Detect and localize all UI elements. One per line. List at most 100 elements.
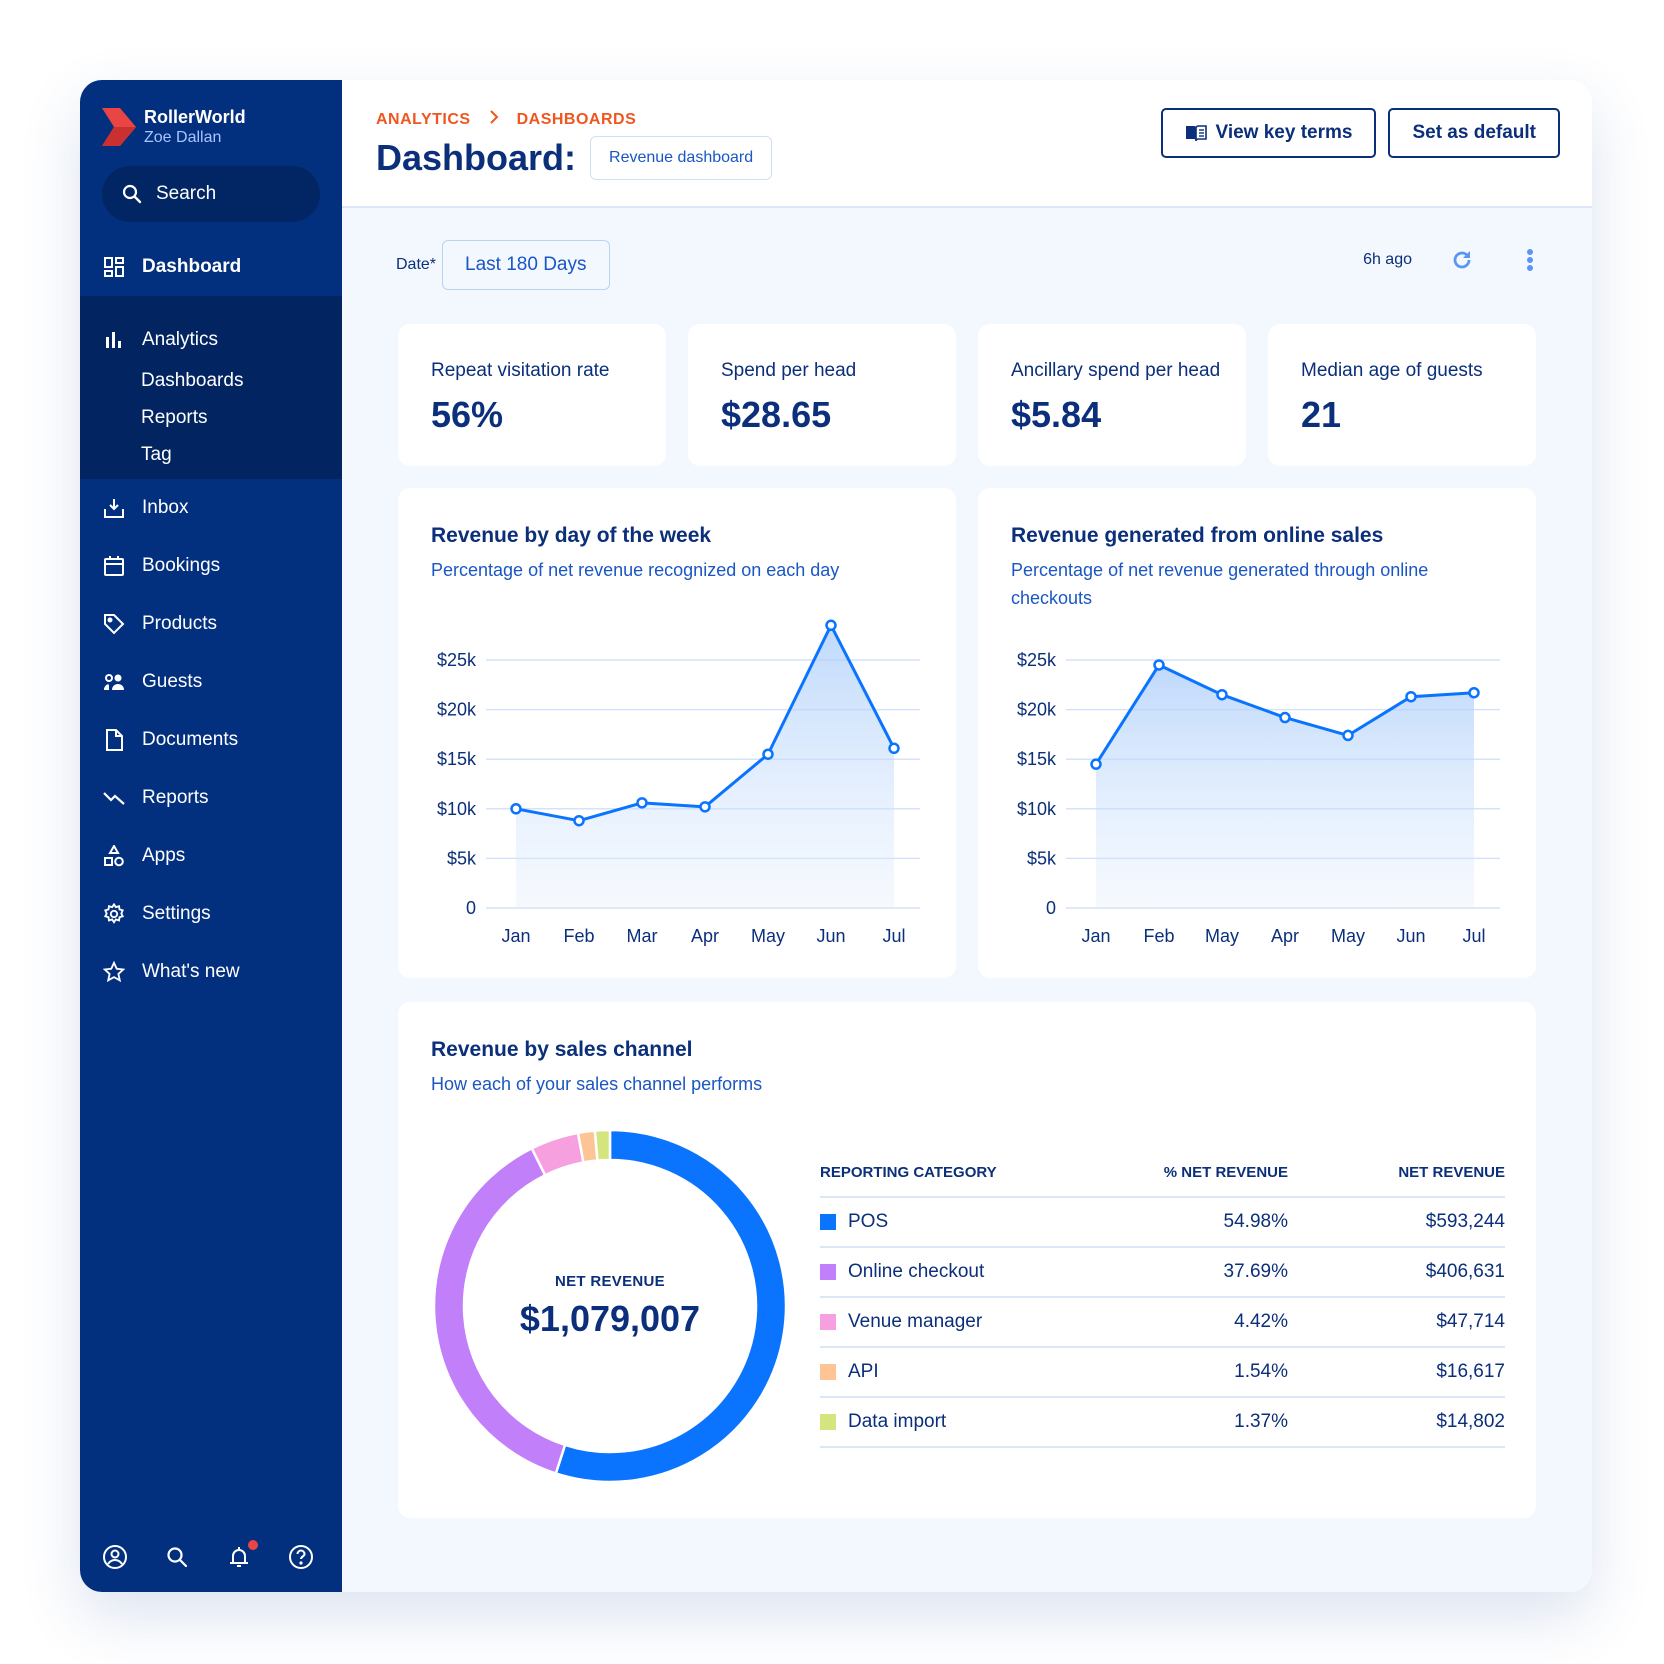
users-icon: [102, 670, 126, 694]
legend-swatch: [820, 1364, 836, 1380]
page-header: ANALYTICS DASHBOARDS Dashboard: Revenue …: [342, 80, 1592, 208]
brand-name: RollerWorld: [144, 107, 246, 127]
data-point[interactable]: [573, 814, 585, 827]
date-filter: Date* Last 180 Days: [396, 240, 610, 290]
brand[interactable]: RollerWorld Zoe Dallan: [102, 106, 246, 148]
online-sales-chart: 0 $5k $10k $15k $20k $25k Jan Feb May Apr May Jun Ju…: [1017, 650, 1500, 946]
data-point[interactable]: [636, 797, 648, 809]
x-tick-label: Jan: [1081, 926, 1110, 946]
main-content: ANALYTICS DASHBOARDS Dashboard: Revenue …: [342, 80, 1592, 1592]
table-row[interactable]: Online checkout 37.69% $406,631: [820, 1248, 1505, 1298]
data-point[interactable]: [762, 748, 774, 760]
more-options-icon[interactable]: [1526, 248, 1534, 272]
data-point[interactable]: [1216, 688, 1228, 701]
data-point[interactable]: [1153, 659, 1165, 671]
help-icon[interactable]: [288, 1544, 314, 1570]
data-point[interactable]: [1279, 711, 1291, 724]
last-updated-text: 6h ago: [1363, 251, 1412, 268]
dashboard-select[interactable]: Revenue dashboard: [590, 136, 773, 180]
sidebar-item-label: Bookings: [142, 555, 221, 576]
date-range-select[interactable]: Last 180 Days: [442, 240, 610, 290]
breadcrumb-analytics[interactable]: ANALYTICS: [376, 111, 471, 129]
y-tick-label: 0: [466, 898, 476, 918]
bell-icon[interactable]: [226, 1540, 258, 1570]
y-tick-label: $20k: [1017, 700, 1057, 720]
table-row[interactable]: Data import 1.37% $14,802: [820, 1398, 1505, 1448]
sidebar-item-settings[interactable]: Settings: [80, 892, 342, 936]
kpi-card-median-age: Median age of guests 21: [1268, 324, 1536, 466]
kpi-card-spend-per-head: Spend per head $28.65: [688, 324, 956, 466]
column-header-category[interactable]: REPORTING CATEGORY: [820, 1164, 1088, 1181]
sidebar-subitem-dashboards[interactable]: Dashboards: [141, 370, 243, 392]
sales-channel-card: Revenue by sales channel How each of you…: [398, 1002, 1536, 1518]
breadcrumb-dashboards[interactable]: DASHBOARDS: [517, 111, 637, 129]
sidebar-item-products[interactable]: Products: [80, 602, 342, 646]
tag-icon: [102, 612, 126, 636]
revenue-cell: $593,244: [1425, 1211, 1505, 1232]
donut-center-label: NET REVENUE: [555, 1272, 665, 1290]
category-cell: API: [820, 1361, 1088, 1383]
area-fill: [1096, 664, 1474, 908]
data-point[interactable]: [1090, 758, 1102, 770]
x-tick-label: May: [751, 926, 785, 946]
kpi-value: $28.65: [721, 394, 832, 435]
data-point[interactable]: [1468, 686, 1480, 699]
profile-icon[interactable]: [102, 1544, 128, 1570]
sidebar-item-reports[interactable]: Reports: [80, 776, 342, 820]
sidebar-subitem-tag[interactable]: Tag: [141, 444, 172, 466]
kpi-card-repeat-visitation: Repeat visitation rate 56%: [398, 324, 666, 466]
y-tick-label: 0: [1046, 898, 1056, 918]
revenue-by-day-card: Revenue by day of the week Percentage of…: [398, 488, 956, 978]
sidebar-subitem-reports[interactable]: Reports: [141, 407, 208, 429]
y-tick-label: $10k: [437, 799, 477, 819]
legend-swatch: [820, 1414, 836, 1430]
dashboard-grid-icon: [102, 255, 126, 279]
sidebar-search[interactable]: Search: [102, 166, 320, 222]
search-icon[interactable]: [164, 1544, 190, 1570]
kpi-label: Repeat visitation rate: [431, 360, 610, 381]
sidebar-item-label: Guests: [142, 671, 203, 692]
chevron-right-icon: [489, 110, 499, 129]
sidebar-item-bookings[interactable]: Bookings: [80, 544, 342, 588]
kpi-value: 56%: [431, 394, 504, 435]
sidebar-item-apps[interactable]: Apps: [80, 834, 342, 878]
data-point[interactable]: [1342, 729, 1354, 742]
category-cell: Venue manager: [820, 1311, 1088, 1333]
data-point[interactable]: [510, 803, 522, 815]
data-point[interactable]: [888, 742, 900, 755]
legend-swatch: [820, 1314, 836, 1330]
view-key-terms-button[interactable]: View key terms: [1161, 108, 1377, 158]
shapes-icon: [102, 844, 126, 868]
sidebar-bottom-bar: [102, 1540, 314, 1570]
sidebar-item-documents[interactable]: Documents: [80, 718, 342, 762]
y-tick-label: $10k: [1017, 799, 1057, 819]
table-row[interactable]: Venue manager 4.42% $47,714: [820, 1298, 1505, 1348]
x-tick-label: Feb: [563, 926, 594, 946]
data-point[interactable]: [699, 801, 711, 813]
set-as-default-button[interactable]: Set as default: [1388, 108, 1560, 158]
column-header-percent[interactable]: % NET REVENUE: [1088, 1164, 1288, 1181]
kpi-value: 21: [1301, 394, 1342, 435]
sidebar-item-guests[interactable]: Guests: [80, 660, 342, 704]
column-header-revenue[interactable]: NET REVENUE: [1288, 1164, 1505, 1181]
sidebar-item-inbox[interactable]: Inbox: [80, 486, 342, 530]
sidebar-item-label: Dashboard: [142, 256, 242, 277]
app-window: RollerWorld Zoe Dallan Search Dashboard …: [80, 80, 1592, 1592]
category-cell: Online checkout: [820, 1261, 1088, 1283]
view-key-terms-label: View key terms: [1215, 122, 1353, 143]
data-point[interactable]: [1405, 690, 1417, 703]
sidebar-item-analytics[interactable]: Analytics: [80, 318, 342, 362]
table-row[interactable]: API 1.54% $16,617: [820, 1348, 1505, 1398]
x-tick-label: Jul: [882, 926, 905, 946]
category-name: POS: [848, 1211, 889, 1232]
sidebar-item-whats-new[interactable]: What's new: [80, 950, 342, 994]
data-point[interactable]: [825, 619, 837, 632]
notification-dot: [248, 1540, 258, 1550]
sidebar-item-label: What's new: [142, 961, 240, 982]
sidebar-item-label: Reports: [142, 787, 209, 808]
refresh-icon[interactable]: [1450, 248, 1474, 272]
table-row[interactable]: POS 54.98% $593,244: [820, 1198, 1505, 1248]
y-tick-label: $20k: [437, 700, 477, 720]
sidebar-item-dashboard[interactable]: Dashboard: [80, 245, 342, 289]
online-sales-card: Revenue generated from online sales Perc…: [978, 488, 1536, 978]
